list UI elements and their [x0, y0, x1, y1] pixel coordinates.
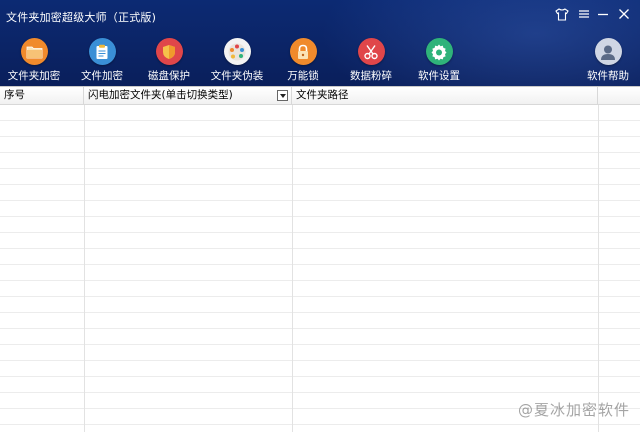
column-header-label: 闪电加密文件夹(单击切换类型): [88, 89, 233, 101]
column-header-lightning-folder[interactable]: 闪电加密文件夹(单击切换类型): [84, 87, 292, 104]
table-row: [0, 201, 640, 217]
watermark: @夏冰加密软件: [517, 401, 630, 419]
universal-lock-button[interactable]: 万能锁: [283, 38, 323, 84]
table-row: [0, 361, 640, 377]
menu-icon[interactable]: [574, 6, 594, 24]
table-row: [0, 313, 640, 329]
table-row: [0, 137, 640, 153]
chevron-down-icon[interactable]: [277, 90, 288, 101]
minimize-icon[interactable]: [593, 6, 613, 24]
table-row: [0, 377, 640, 393]
table-row: [0, 105, 640, 121]
folder-disguise-button[interactable]: 文件夹伪装: [209, 38, 265, 84]
file-encrypt-button[interactable]: 文件加密: [78, 38, 126, 84]
toolbar-label: 磁盘保护: [148, 70, 190, 82]
table-row: [0, 217, 640, 233]
table-row: [0, 121, 640, 137]
table-body[interactable]: [0, 105, 640, 432]
close-icon[interactable]: [614, 6, 634, 24]
table-row: [0, 329, 640, 345]
column-divider: [598, 105, 599, 432]
shield-icon: [155, 38, 183, 65]
column-header-filler: [598, 87, 640, 104]
column-divider: [292, 105, 293, 432]
toolbar-label: 文件夹伪装: [210, 70, 264, 82]
settings-button[interactable]: 软件设置: [416, 38, 462, 84]
toolbar-label: 文件加密: [81, 70, 123, 82]
toolbar-label: 文件夹加密: [7, 70, 61, 82]
table-header: 序号 闪电加密文件夹(单击切换类型) 文件夹路径: [0, 87, 640, 105]
table-row: [0, 297, 640, 313]
column-header-folder-path[interactable]: 文件夹路径: [292, 87, 598, 104]
toolbar-label: 软件帮助: [587, 70, 629, 82]
gear-icon: [425, 38, 453, 65]
table-row: [0, 169, 640, 185]
toolbar-label: 数据粉碎: [350, 70, 392, 82]
table-row: [0, 265, 640, 281]
help-button[interactable]: 软件帮助: [585, 38, 631, 84]
toolbar-label: 万能锁: [287, 70, 319, 82]
table-row: [0, 153, 640, 169]
app-window: 文件夹加密超级大师（正式版) 文件夹加密 文件加密 磁盘保护 文件夹伪装 万能锁…: [0, 0, 640, 432]
data-shred-button[interactable]: 数据粉碎: [348, 38, 394, 84]
title-bar: 文件夹加密超级大师（正式版) 文件夹加密 文件加密 磁盘保护 文件夹伪装 万能锁…: [0, 0, 640, 86]
window-title: 文件夹加密超级大师（正式版): [6, 11, 157, 24]
toolbar-label: 软件设置: [418, 70, 460, 82]
skin-icon[interactable]: [552, 6, 572, 24]
column-divider: [84, 105, 85, 432]
table-row: [0, 281, 640, 297]
folder-icon: [20, 38, 48, 65]
table-row: [0, 185, 640, 201]
table-row: [0, 249, 640, 265]
palette-icon: [223, 38, 251, 65]
encrypted-folder-table: 序号 闪电加密文件夹(单击切换类型) 文件夹路径: [0, 86, 640, 432]
disk-protect-button[interactable]: 磁盘保护: [145, 38, 193, 84]
lock-icon: [289, 38, 317, 65]
table-row: [0, 345, 640, 361]
user-icon: [594, 38, 622, 65]
document-icon: [88, 38, 116, 65]
column-header-index[interactable]: 序号: [0, 87, 84, 104]
table-row: [0, 233, 640, 249]
scissors-icon: [357, 38, 385, 65]
folder-encrypt-button[interactable]: 文件夹加密: [6, 38, 62, 84]
